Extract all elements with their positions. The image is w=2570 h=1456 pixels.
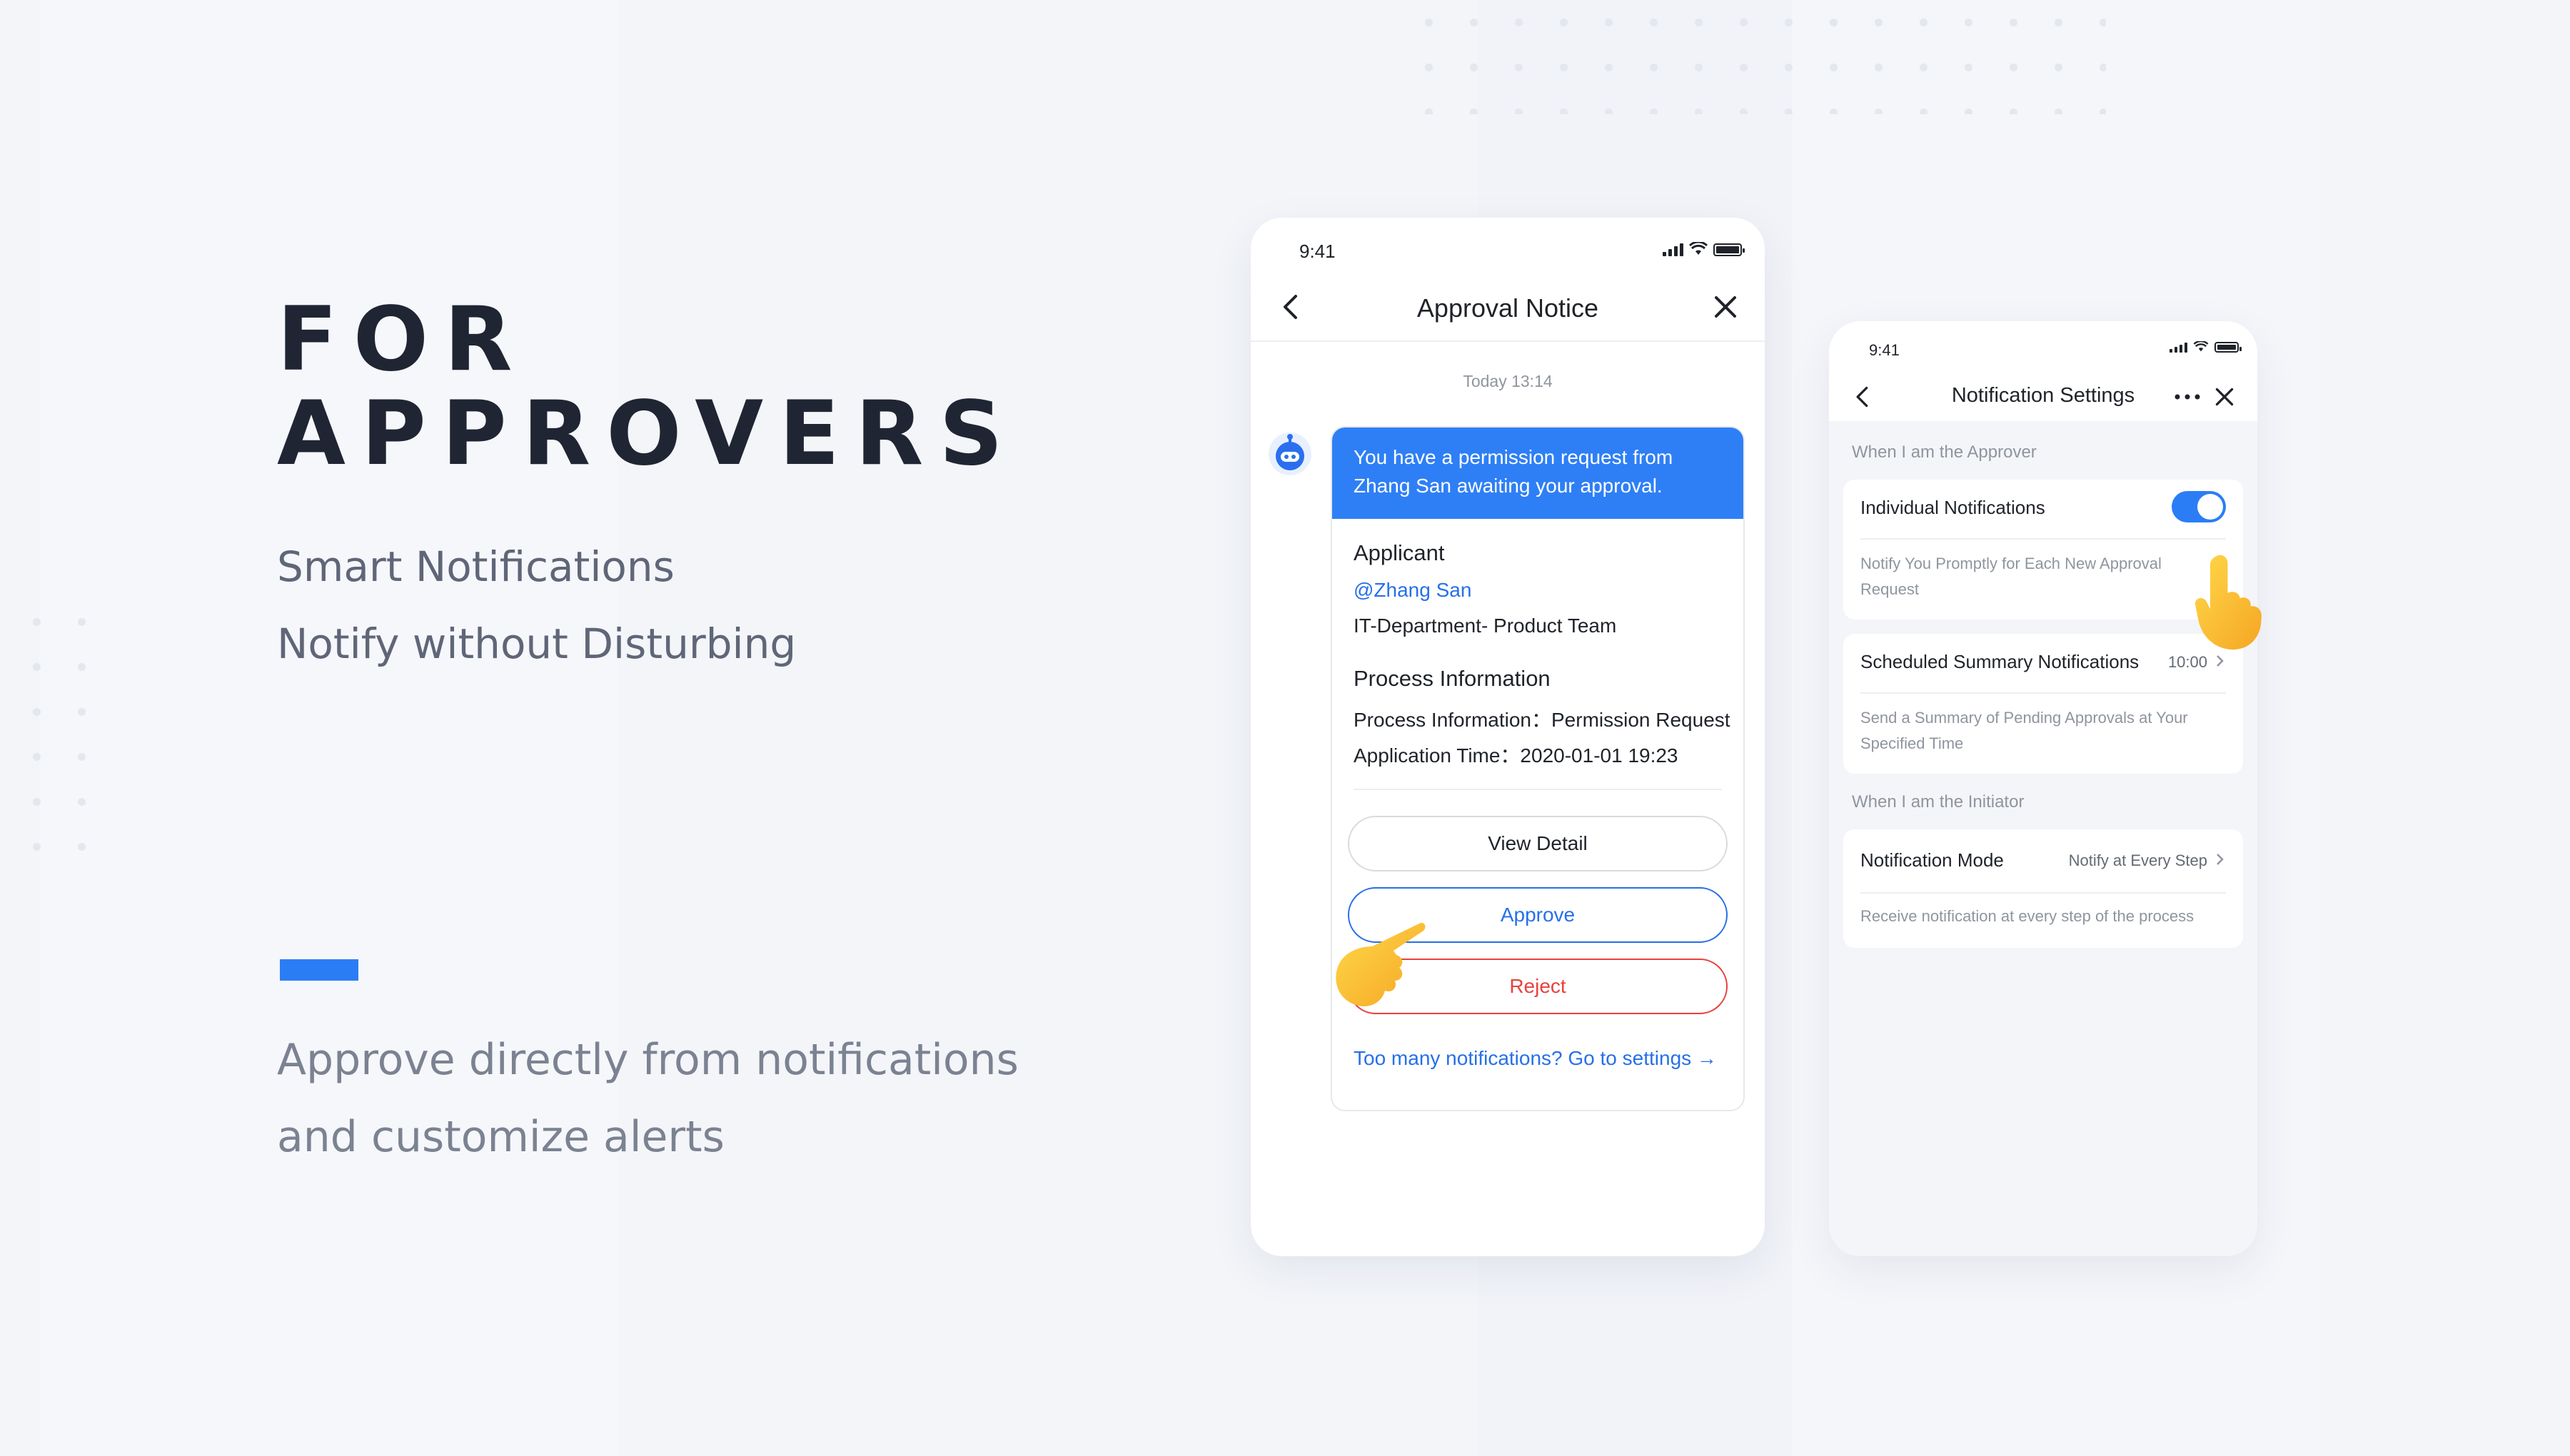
settings-link[interactable]: Too many notifications? Go to settings → xyxy=(1354,1047,1717,1070)
notification-mode-description: Receive notification at every step of th… xyxy=(1860,907,2194,925)
wifi-icon xyxy=(1689,242,1708,255)
applicant-department: IT-Department- Product Team xyxy=(1354,615,1617,637)
dot-pattern xyxy=(14,600,100,856)
accent-bar xyxy=(280,959,358,981)
divider xyxy=(1860,538,2226,540)
more-button[interactable] xyxy=(2172,381,2203,413)
battery-icon xyxy=(2214,342,2242,353)
bot-avatar-icon xyxy=(1266,430,1314,477)
signal-icon xyxy=(2170,343,2187,353)
wifi-icon xyxy=(2193,341,2209,352)
chevron-right-icon xyxy=(2217,854,2224,865)
applicant-mention[interactable]: @Zhang San xyxy=(1354,579,1471,602)
individual-notifications-description: Notify You Promptly for Each New Approva… xyxy=(1860,555,2162,598)
divider xyxy=(1860,892,2226,894)
close-button[interactable] xyxy=(1708,289,1743,325)
approval-notice-phone: 9:41 Approval Notice Today 13:14 You hav… xyxy=(1251,218,1765,1256)
view-detail-button[interactable]: View Detail xyxy=(1348,816,1728,871)
pointing-hand-icon xyxy=(1336,922,1426,1006)
chevron-right-icon xyxy=(2217,655,2224,667)
hero-description: and customize alerts xyxy=(277,1112,725,1162)
process-information: Process Information：Permission Request xyxy=(1354,709,1730,731)
scheduled-summary-time: 10:00 xyxy=(2167,653,2207,671)
notification-settings-phone: 9:41 Notification Settings When I am the… xyxy=(1829,321,2257,1256)
divider xyxy=(1251,340,1765,342)
more-icon xyxy=(2175,394,2200,400)
individual-notifications-toggle[interactable] xyxy=(2172,491,2226,522)
status-time: 9:41 xyxy=(1299,241,1336,262)
individual-notifications-title: Individual Notifications xyxy=(1860,497,2045,518)
scheduled-summary-description: Send a Summary of Pending Approvals at Y… xyxy=(1860,709,2188,752)
scheduled-summary-card[interactable]: Scheduled Summary Notifications 10:00 Se… xyxy=(1843,634,2243,774)
hero-title: FOR APPROVERS xyxy=(277,288,1019,485)
page-title: Approval Notice xyxy=(1416,293,1599,323)
dot-pattern xyxy=(1406,0,2106,114)
section-label-approver: When I am the Approver xyxy=(1852,443,2037,462)
tapping-hand-icon xyxy=(2194,555,2262,650)
divider xyxy=(1860,692,2226,694)
notification-mode-value: Notify at Every Step xyxy=(2068,851,2207,869)
background-panel xyxy=(39,0,618,1456)
message-header: You have a permission request from Zhang… xyxy=(1332,428,1743,519)
status-time: 9:41 xyxy=(1869,341,1900,359)
hero-subtitle: Notify without Disturbing xyxy=(277,620,797,668)
close-button[interactable] xyxy=(2209,381,2240,413)
section-label-initiator: When I am the Initiator xyxy=(1852,792,2025,812)
process-title: Process Information xyxy=(1354,666,1551,691)
individual-notifications-card: Individual Notifications Notify You Prom… xyxy=(1843,480,2243,620)
notification-mode-card[interactable]: Notification Mode Notify at Every Step R… xyxy=(1843,829,2243,948)
battery-icon xyxy=(1713,243,1745,256)
application-time: Application Time：2020-01-01 19:23 xyxy=(1354,744,1678,767)
status-icons xyxy=(2170,341,2242,353)
status-icons xyxy=(1663,242,1745,256)
divider xyxy=(1354,789,1722,790)
message-timestamp: Today 13:14 xyxy=(1463,372,1553,390)
close-icon xyxy=(2215,388,2234,406)
scheduled-summary-title: Scheduled Summary Notifications xyxy=(1860,651,2140,672)
close-icon xyxy=(1715,296,1736,318)
signal-icon xyxy=(1663,243,1683,256)
hero-subtitle: Smart Notifications xyxy=(277,542,675,591)
notification-mode-title: Notification Mode xyxy=(1860,849,2004,871)
applicant-title: Applicant xyxy=(1354,540,1445,565)
hero-description: Approve directly from notifications xyxy=(277,1035,1019,1085)
